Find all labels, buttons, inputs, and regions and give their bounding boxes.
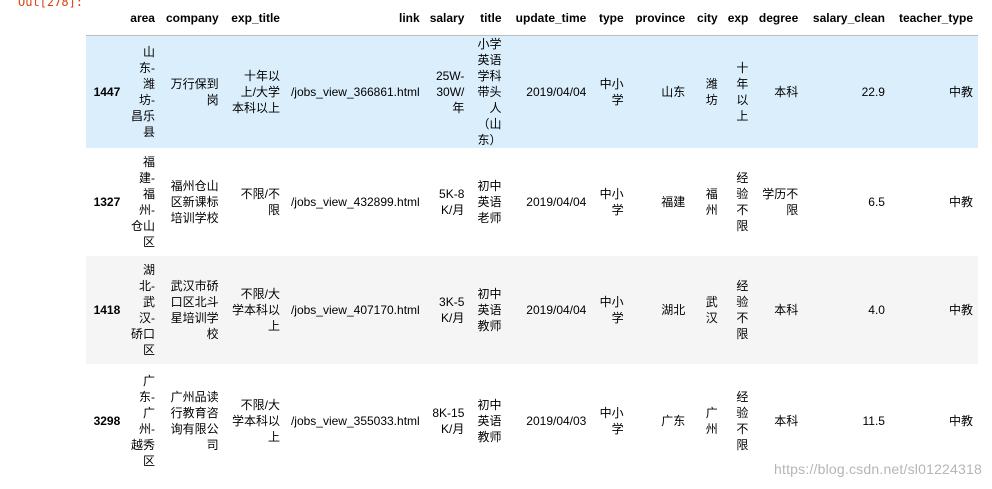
cell-exp-title: 不限/大学本科以上 <box>231 398 280 444</box>
cell-update-time: 2019/04/04 <box>526 85 587 99</box>
table-row[interactable]: 1447 山东-潍坊-昌乐县 万行保到岗 十年以上/大学本科以上/jobs_view_… <box>86 35 978 148</box>
row-index: 1447 <box>93 85 121 99</box>
table-row[interactable]: 1418 湖北-武汉-硚口区 武汉市硚口区北斗星培训学校 不限/大学本科以上/jobs… <box>86 256 978 364</box>
cell-city: 福州 <box>705 187 718 217</box>
column-header-company: company <box>159 0 224 36</box>
cell-company: 万行保到岗 <box>170 77 219 107</box>
cell-title: 小学英语学科带头人（山东） <box>477 37 502 147</box>
index-header <box>86 0 126 36</box>
cell-type: 中小学 <box>599 187 624 217</box>
cell-province: 山东 <box>661 85 686 99</box>
cell-area: 福建-福州-仓山区 <box>130 155 155 249</box>
cell-teacher-type: 中教 <box>948 195 973 209</box>
cell-city: 潍坊 <box>705 77 718 107</box>
column-header-degree: degree <box>753 0 804 36</box>
cell-exp: 经验不限 <box>736 279 749 341</box>
cell-salary: 3K-5K/月 <box>439 295 465 325</box>
cell-title: 初中英语教师 <box>477 398 502 444</box>
cell-salary-clean: 6.5 <box>868 195 885 209</box>
column-header-salary: salary <box>424 0 470 36</box>
column-header-province: province <box>628 0 691 36</box>
cell-exp: 经验不限 <box>736 171 749 233</box>
cell-area: 广东-广州-越秀区 <box>130 374 155 468</box>
cell-company: 福州仓山区新课标培训学校 <box>170 179 219 225</box>
column-header-salary-clean: salary_clean <box>803 0 890 36</box>
cell-province: 湖北 <box>661 303 686 317</box>
cell-area: 山东-潍坊-昌乐县 <box>130 45 155 139</box>
cell-degree: 本科 <box>774 303 799 317</box>
column-header-city: city <box>690 0 723 36</box>
dataframe-table: area company exp_title link salary title updat… <box>86 0 978 478</box>
cell-teacher-type: 中教 <box>948 85 973 99</box>
cell-type: 中小学 <box>599 77 624 107</box>
output-prompt: Out[278]: <box>18 0 84 9</box>
cell-teacher-type: 中教 <box>948 303 973 317</box>
cell-salary: 25W-30W/年 <box>435 69 465 115</box>
column-header-exp-title: exp_title <box>223 0 285 36</box>
column-header-update-time: update_time <box>506 0 592 36</box>
cell-degree: 本科 <box>774 85 799 99</box>
cell-link: /jobs_view_366861.html <box>290 85 420 99</box>
column-header-title: title <box>469 0 507 36</box>
column-header-type: type <box>591 0 629 36</box>
cell-exp: 经验不限 <box>736 390 749 452</box>
cell-area: 湖北-武汉-硚口区 <box>130 263 155 357</box>
cell-type: 中小学 <box>599 406 624 436</box>
row-index: 3298 <box>93 414 121 428</box>
cell-company: 广州品读行教育咨询有限公司 <box>170 390 219 452</box>
cell-salary-clean: 22.9 <box>861 85 885 99</box>
cell-link: /jobs_view_355033.html <box>290 414 420 428</box>
cell-update-time: 2019/04/03 <box>526 414 587 428</box>
cell-province: 广东 <box>661 414 686 428</box>
cell-update-time: 2019/04/04 <box>526 303 587 317</box>
cell-link: /jobs_view_407170.html <box>290 303 420 317</box>
cell-title: 初中英语教师 <box>477 287 502 333</box>
table-row[interactable]: 1327 福建-福州-仓山区 福州仓山区新课标培训学校 不限/不限/jobs_view… <box>86 148 978 256</box>
cell-exp-title: 不限/大学本科以上 <box>231 287 280 333</box>
dataframe-output: area company exp_title link salary title updat… <box>86 0 978 489</box>
cell-title: 初中英语老师 <box>477 179 502 225</box>
cell-exp-title: 十年以上/大学本科以上 <box>231 69 280 115</box>
row-index: 1327 <box>93 195 121 209</box>
cell-city: 武汉 <box>705 295 718 325</box>
row-index: 1418 <box>93 303 121 317</box>
column-header-link: link <box>284 0 425 36</box>
cell-province: 福建 <box>661 195 686 209</box>
cell-exp: 十年以上 <box>736 61 749 123</box>
cell-salary-clean: 4.0 <box>868 303 885 317</box>
cell-update-time: 2019/04/04 <box>526 195 587 209</box>
cell-company: 武汉市硚口区北斗星培训学校 <box>170 279 219 341</box>
header-row: area company exp_title link salary title updat… <box>86 0 978 36</box>
cell-salary: 8K-15K/月 <box>432 406 465 436</box>
cell-link: /jobs_view_432899.html <box>290 195 420 209</box>
cell-type: 中小学 <box>599 295 624 325</box>
cell-city: 广州 <box>705 406 718 436</box>
column-header-area: area <box>125 0 160 36</box>
column-header-exp: exp <box>722 0 754 36</box>
column-header-teacher-type: teacher_type <box>889 0 978 36</box>
watermark: https://blog.csdn.net/sl01224318 <box>774 461 982 477</box>
cell-salary: 5K-8K/月 <box>439 187 465 217</box>
cell-degree: 学历不限 <box>762 187 799 217</box>
cell-exp-title: 不限/不限 <box>240 187 280 217</box>
table-body: 1447 山东-潍坊-昌乐县 万行保到岗 十年以上/大学本科以上/jobs_view_… <box>86 35 978 478</box>
